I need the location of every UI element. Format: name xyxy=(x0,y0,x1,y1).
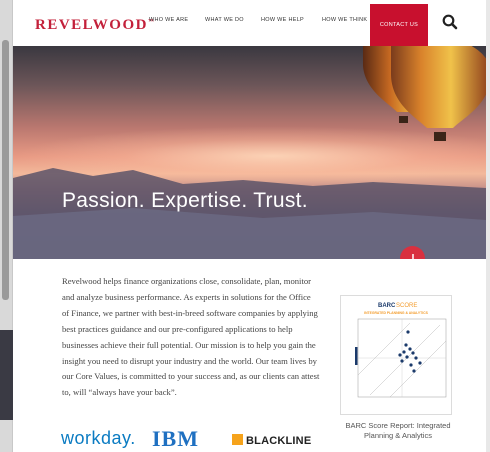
barc-score-card[interactable]: BARC SCORE INTEGRATED PLANNING & ANALYTI… xyxy=(340,295,452,415)
nav-what-we-do[interactable]: WHAT WE DO xyxy=(205,17,244,23)
intro-paragraph: Revelwood helps finance organizations cl… xyxy=(62,276,320,398)
nav-who-we-are[interactable]: WHO WE ARE xyxy=(149,17,188,23)
nav-how-we-help[interactable]: HOW WE HELP xyxy=(261,17,304,23)
background-window xyxy=(0,330,13,420)
hero-banner: Passion. Expertise. Trust. xyxy=(13,46,486,259)
barc-caption[interactable]: BARC Score Report: Integrated Planning &… xyxy=(343,421,453,441)
browser-right-edge xyxy=(486,0,490,452)
hot-air-balloons xyxy=(363,46,486,141)
site-header: REVELWOOD™ WHO WE ARE WHAT WE DO HOW WE … xyxy=(13,0,486,46)
ibm-logo: IBM xyxy=(152,426,199,451)
revelwood-logo[interactable]: REVELWOOD™ xyxy=(35,17,155,34)
workday-logo: workday. xyxy=(61,428,136,448)
browser-left-edge xyxy=(0,0,13,452)
hero-headline: Passion. Expertise. Trust. xyxy=(62,189,308,212)
nav-how-we-think[interactable]: HOW WE THINK xyxy=(322,17,367,23)
scrollbar-thumb[interactable] xyxy=(2,40,9,300)
blackline-mark-icon xyxy=(232,434,243,445)
svg-text:SCORE: SCORE xyxy=(396,303,417,309)
search-icon[interactable] xyxy=(440,12,460,32)
contact-us-button[interactable]: CONTACT US xyxy=(370,4,428,46)
blackline-logo: BLACKLINE xyxy=(232,434,311,447)
svg-text:INTEGRATED PLANNING & ANALYTIC: INTEGRATED PLANNING & ANALYTICS xyxy=(364,311,428,315)
svg-text:BARC: BARC xyxy=(378,303,396,309)
